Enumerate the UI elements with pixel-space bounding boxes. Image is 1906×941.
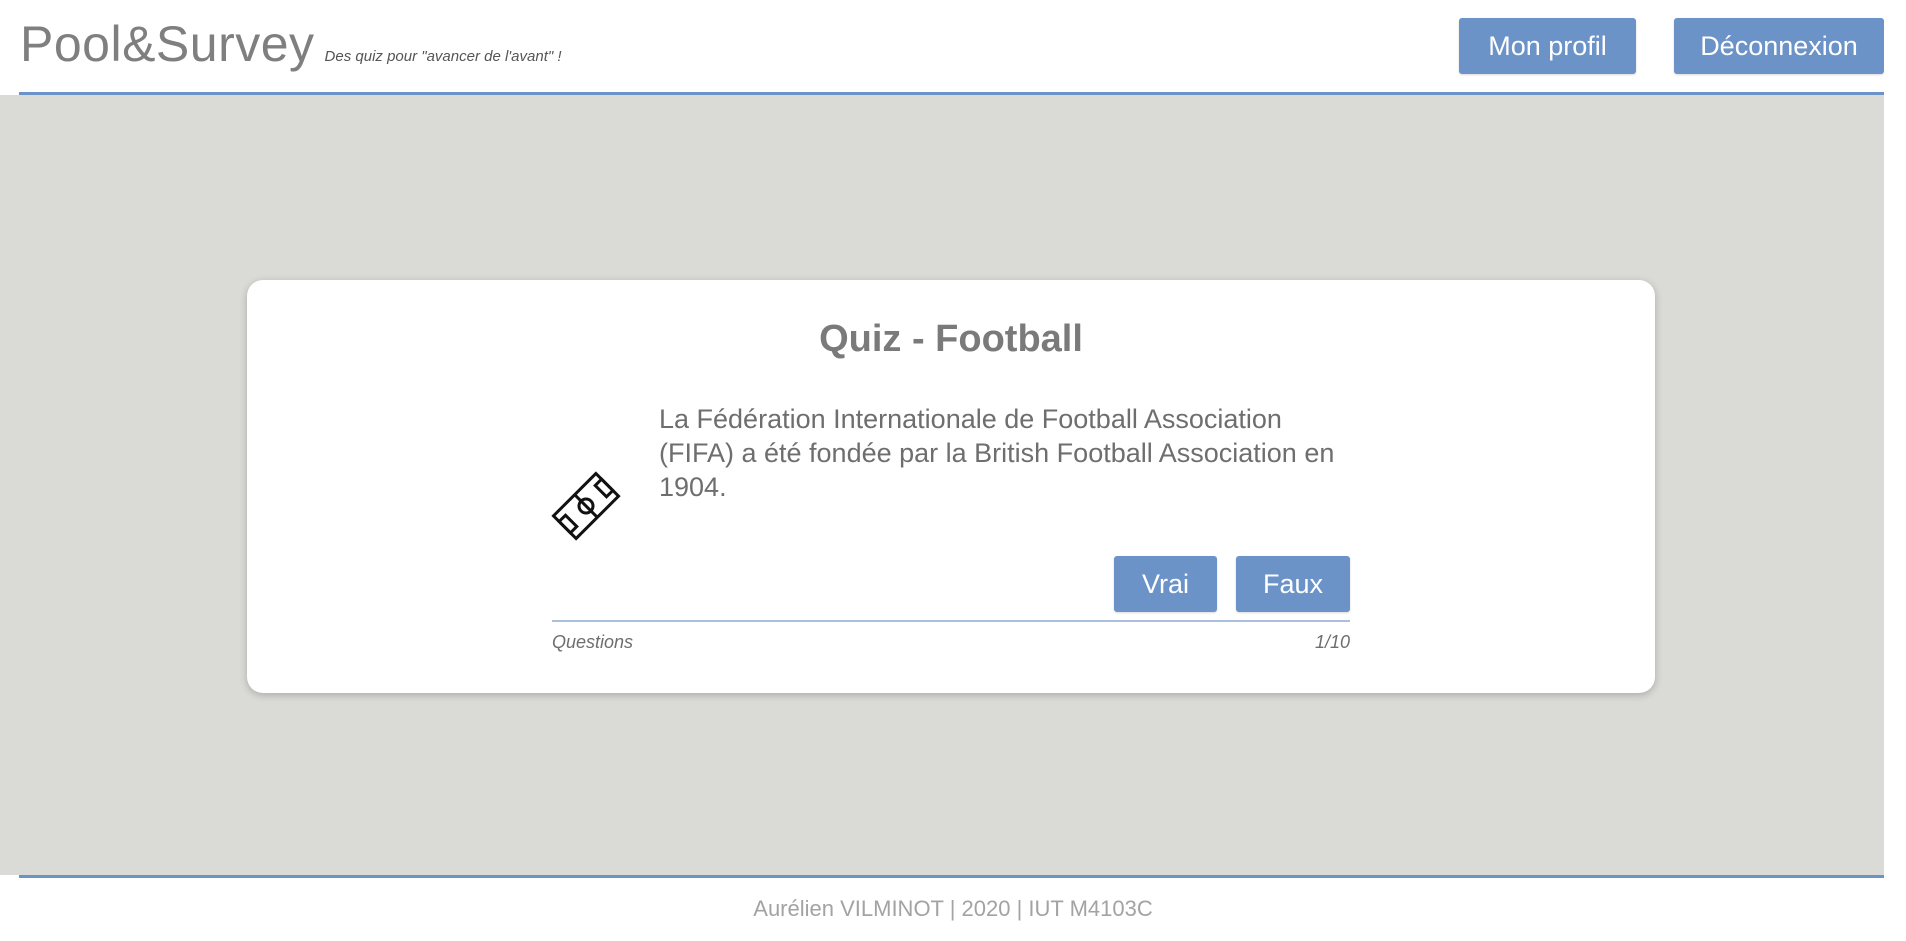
question-text: La Fédération Internationale de Football… xyxy=(659,404,1335,502)
true-button[interactable]: Vrai xyxy=(1114,556,1217,612)
football-field-icon xyxy=(550,470,622,542)
false-button[interactable]: Faux xyxy=(1236,556,1350,612)
quiz-title: Quiz - Football xyxy=(819,318,1083,360)
page-edge xyxy=(1884,0,1906,941)
brand-tagline: Des quiz pour "avancer de l'avant" ! xyxy=(324,48,562,65)
progress-label: Questions xyxy=(552,632,634,652)
progress-divider xyxy=(552,620,1350,622)
progress-counter: 1/10 xyxy=(1314,632,1350,652)
footer: Aurélien VILMINOT | 2020 | IUT M4103C xyxy=(0,878,1906,941)
brand: Pool&Survey Des quiz pour "avancer de l'… xyxy=(20,15,562,73)
logout-button[interactable]: Déconnexion xyxy=(1674,18,1884,74)
brand-title[interactable]: Pool&Survey xyxy=(20,15,315,73)
quiz-card: Quiz - Football La Fédération Internatio… xyxy=(247,280,1655,693)
header: Pool&Survey Des quiz pour "avancer de l'… xyxy=(0,0,1884,94)
footer-credits: Aurélien VILMINOT | 2020 | IUT M4103C xyxy=(753,896,1153,921)
profile-button[interactable]: Mon profil xyxy=(1459,18,1636,74)
